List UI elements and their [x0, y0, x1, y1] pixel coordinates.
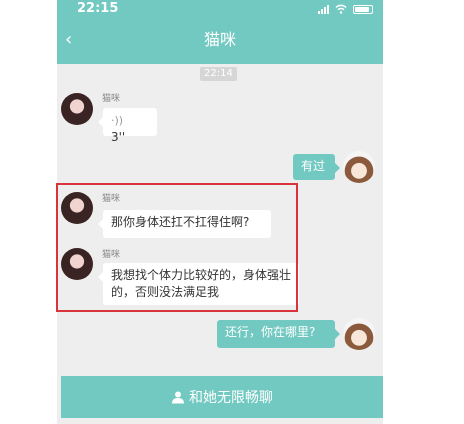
avatar[interactable]	[343, 151, 375, 183]
voice-wave-icon: ·))	[111, 114, 124, 127]
status-time: 22:15	[77, 1, 119, 16]
page-title: 猫咪	[203, 30, 236, 49]
avatar[interactable]	[61, 192, 93, 224]
chat-button-label: 和她无限畅聊	[189, 390, 273, 406]
signal-icon	[318, 4, 329, 14]
sender-name: 猫咪	[102, 94, 121, 104]
sender-name: 猫咪	[102, 250, 121, 260]
avatar[interactable]	[61, 248, 93, 280]
wifi-icon	[335, 4, 347, 14]
avatar[interactable]	[61, 93, 93, 125]
voice-message[interactable]: ·)) 3''	[98, 108, 157, 144]
battery-icon	[353, 4, 373, 14]
sender-name: 猫咪	[102, 194, 121, 204]
message-timestamp: 22:14	[200, 67, 237, 81]
chat-screen: 22:15 ‹ 猫咪 22:14 猫咪 ·)) 3'' 有过 猫咪 那你身体还扛不…	[57, 0, 383, 424]
message-bubble[interactable]: 有过	[293, 154, 340, 180]
user-icon	[172, 391, 184, 404]
status-bar: 22:15	[57, 0, 383, 18]
navbar: ‹ 猫咪	[57, 18, 383, 64]
status-icons	[318, 2, 373, 16]
avatar[interactable]	[343, 318, 375, 350]
message-bubble[interactable]: 那你身体还扛不扛得住啊?	[98, 210, 271, 238]
chat-unlimited-button[interactable]: 和她无限畅聊	[61, 376, 383, 418]
message-bubble[interactable]: 还行，你在哪里?	[217, 320, 340, 348]
message-bubble[interactable]: 我想找个体力比较好的，身体强壮的，否则没法满足我	[98, 263, 299, 305]
voice-duration: 3''	[111, 130, 126, 144]
